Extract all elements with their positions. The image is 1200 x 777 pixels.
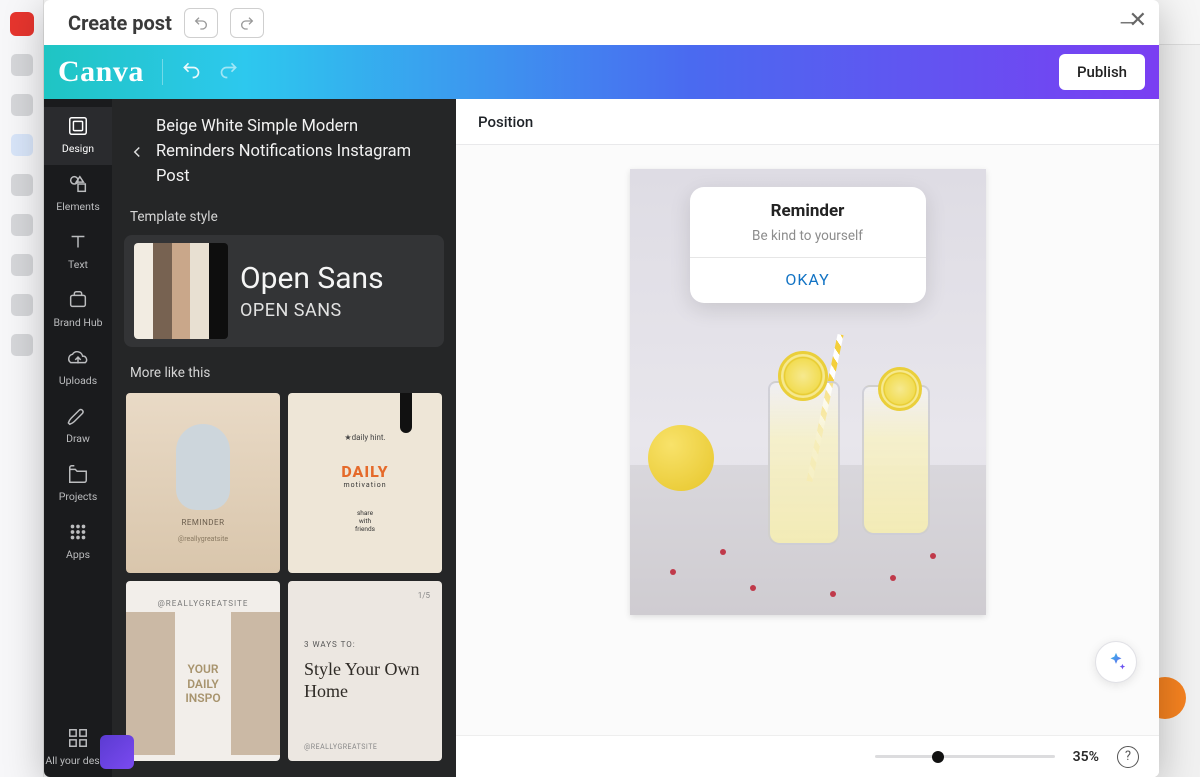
thumb-graphic xyxy=(176,424,230,510)
reminder-body: Be kind to yourself xyxy=(700,227,916,257)
rail-label: Uploads xyxy=(59,374,97,387)
template-thumb[interactable]: @REALLYGREATSITE YOUR DAILY INSPO xyxy=(126,581,280,761)
host-nav-icon[interactable] xyxy=(11,54,33,76)
zoom-value: 35% xyxy=(1073,749,1099,765)
host-left-rail xyxy=(0,0,44,777)
canvas-area: Position R xyxy=(456,99,1159,777)
thumb-sub: motivation xyxy=(341,481,388,489)
rail-projects[interactable]: Projects xyxy=(44,455,112,513)
app-thumbnail[interactable] xyxy=(100,735,134,769)
template-name: Beige White Simple Modern Reminders Noti… xyxy=(156,115,438,189)
thumb-graphic xyxy=(400,393,412,433)
modal-history-redo[interactable] xyxy=(230,8,264,38)
rail-elements[interactable]: Elements xyxy=(44,165,112,223)
template-thumb[interactable]: REMINDER @reallygreatsite xyxy=(126,393,280,573)
photo-berry xyxy=(750,585,756,591)
photo-berry xyxy=(930,553,936,559)
photo-lemon xyxy=(648,425,714,491)
thumb-line: DAILY xyxy=(187,677,219,691)
photo-berry xyxy=(830,591,836,597)
rail-apps[interactable]: Apps xyxy=(44,513,112,571)
template-panel: Beige White Simple Modern Reminders Noti… xyxy=(112,99,456,777)
canvas-toolbar: Position xyxy=(456,99,1159,145)
thumb-word: DAILY xyxy=(341,462,388,481)
divider xyxy=(162,59,163,85)
template-style-card[interactable]: Open Sans OPEN SANS xyxy=(124,235,444,347)
rail-design[interactable]: Design xyxy=(44,107,112,165)
font-secondary: OPEN SANS xyxy=(240,300,384,321)
photo-berry xyxy=(720,549,726,555)
modal-titlebar: Create post — xyxy=(44,0,1159,45)
rail-draw[interactable]: Draw xyxy=(44,397,112,455)
host-nav-icon[interactable] xyxy=(11,254,33,276)
font-preview: Open Sans OPEN SANS xyxy=(240,261,384,321)
canva-header: Canva Publish xyxy=(44,45,1159,99)
rail-label: Brand Hub xyxy=(53,316,102,329)
thumb-caption: REMINDER xyxy=(181,518,224,527)
undo-icon[interactable] xyxy=(181,60,201,85)
host-app-logo xyxy=(10,12,34,36)
help-button[interactable]: ? xyxy=(1117,746,1139,768)
host-nav-icon[interactable] xyxy=(11,294,33,316)
publish-button[interactable]: Publish xyxy=(1059,54,1145,90)
reminder-ok-button[interactable]: OKAY xyxy=(700,258,916,303)
thumb-title: Style Your Own Home xyxy=(304,659,426,702)
host-nav-icon[interactable] xyxy=(11,134,33,156)
zoom-thumb[interactable] xyxy=(932,751,944,763)
canvas-footer: 35% ? xyxy=(456,735,1159,777)
template-thumb[interactable]: ★daily hint. DAILY motivation share with… xyxy=(288,393,442,573)
host-nav-icon[interactable] xyxy=(11,174,33,196)
rail-label: Elements xyxy=(56,200,100,213)
rail-label: Design xyxy=(62,142,94,155)
zoom-slider[interactable] xyxy=(875,755,1055,758)
create-post-modal: Create post — ✕ Canva Publish Design xyxy=(44,0,1159,777)
rail-text[interactable]: Text xyxy=(44,223,112,281)
photo-lemon-slice xyxy=(778,351,828,401)
rail-label: Projects xyxy=(59,490,98,503)
thumb-share: share with friends xyxy=(355,509,375,533)
back-button[interactable] xyxy=(128,140,146,164)
rail-label: Draw xyxy=(66,432,90,445)
thumb-line: INSPO xyxy=(185,691,220,705)
color-palette xyxy=(134,243,228,339)
reminder-card[interactable]: Reminder Be kind to yourself OKAY xyxy=(690,187,926,303)
redo-icon[interactable] xyxy=(219,60,239,85)
thumb-kicker: 3 WAYS TO: xyxy=(304,640,356,649)
position-button[interactable]: Position xyxy=(472,109,539,135)
thumb-site: @REALLYGREATSITE xyxy=(304,743,377,751)
thumb-graphic xyxy=(126,612,175,755)
template-thumb[interactable]: 1/5 3 WAYS TO: Style Your Own Home @REAL… xyxy=(288,581,442,761)
section-more-like-this: More like this xyxy=(124,347,444,391)
thumb-graphic xyxy=(231,612,280,755)
photo-berry xyxy=(670,569,676,575)
thumb-brand: ★daily hint. xyxy=(344,433,385,442)
artboard[interactable]: Reminder Be kind to yourself OKAY xyxy=(630,169,986,615)
reminder-title: Reminder xyxy=(700,201,916,221)
rail-label: Apps xyxy=(66,548,90,561)
canva-logo: Canva xyxy=(58,55,144,89)
canvas-stage[interactable]: Reminder Be kind to yourself OKAY xyxy=(456,145,1159,735)
template-grid: REMINDER @reallygreatsite ★daily hint. D… xyxy=(124,391,444,761)
rail-uploads[interactable]: Uploads xyxy=(44,339,112,397)
rail-label: Text xyxy=(68,258,88,271)
section-template-style: Template style xyxy=(124,203,444,235)
thumb-line: YOUR xyxy=(188,662,219,676)
thumb-title: YOUR DAILY INSPO xyxy=(179,662,228,705)
thumb-header: @REALLYGREATSITE xyxy=(126,599,280,608)
rail-brand-hub[interactable]: Brand Hub xyxy=(44,281,112,339)
host-nav-icon[interactable] xyxy=(11,214,33,236)
close-icon[interactable]: ✕ xyxy=(1129,8,1147,33)
modal-title: Create post xyxy=(68,11,172,35)
host-nav-icon[interactable] xyxy=(11,334,33,356)
photo-glass xyxy=(768,381,840,545)
font-primary: Open Sans xyxy=(240,261,384,296)
photo-berry xyxy=(890,575,896,581)
side-rail: Design Elements Text Brand Hub Uploads D… xyxy=(44,99,112,777)
modal-history-undo[interactable] xyxy=(184,8,218,38)
photo-lemon-slice xyxy=(878,367,922,411)
thumb-handle: @reallygreatsite xyxy=(178,535,228,543)
magic-assist-button[interactable] xyxy=(1095,641,1137,683)
thumb-page: 1/5 xyxy=(418,591,430,600)
host-nav-icon[interactable] xyxy=(11,94,33,116)
